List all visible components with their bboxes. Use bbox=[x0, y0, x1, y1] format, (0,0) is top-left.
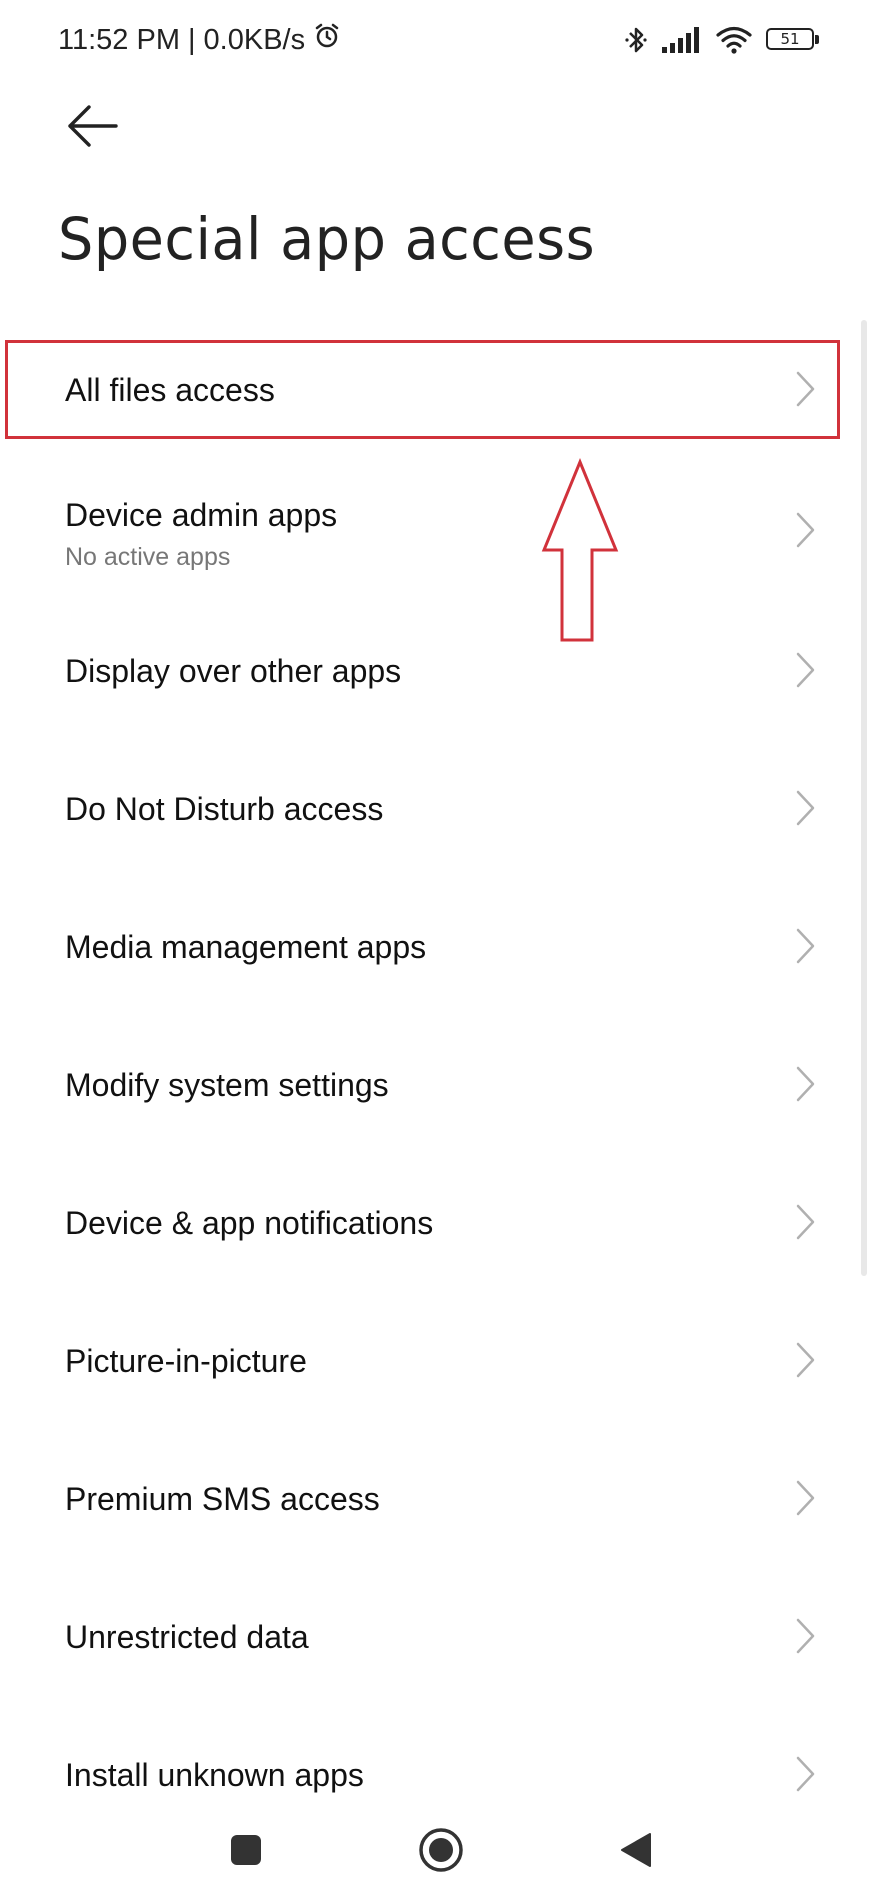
status-right: 51 bbox=[624, 18, 820, 62]
bluetooth-icon bbox=[624, 24, 648, 56]
item-label: Display over other apps bbox=[65, 653, 402, 689]
recents-square-icon bbox=[231, 1835, 261, 1865]
status-separator: | bbox=[187, 23, 196, 56]
recents-button[interactable] bbox=[216, 1820, 276, 1880]
back-arrow-icon bbox=[68, 105, 118, 147]
list-item-picture-in-picture[interactable]: Picture-in-picture bbox=[0, 1305, 840, 1425]
item-label: Install unknown apps bbox=[65, 1757, 364, 1793]
status-time: 11:52 PM bbox=[58, 23, 180, 56]
signal-icon bbox=[662, 27, 702, 53]
page-title: Special app access bbox=[58, 205, 596, 273]
status-net-speed: 0.0KB/s bbox=[203, 23, 306, 56]
chevron-right-icon bbox=[796, 371, 815, 407]
list-item-do-not-disturb-access[interactable]: Do Not Disturb access bbox=[0, 753, 840, 873]
chevron-right-icon bbox=[796, 652, 815, 688]
back-button[interactable] bbox=[56, 96, 126, 156]
chevron-right-icon bbox=[796, 1480, 815, 1516]
item-subtitle: No active apps bbox=[65, 543, 231, 571]
wifi-icon bbox=[716, 26, 752, 54]
item-label: Media management apps bbox=[65, 929, 427, 965]
list-item-modify-system-settings[interactable]: Modify system settings bbox=[0, 1029, 840, 1149]
item-label: Premium SMS access bbox=[65, 1481, 380, 1517]
chevron-right-icon bbox=[796, 1618, 815, 1654]
list-item-premium-sms-access[interactable]: Premium SMS access bbox=[0, 1443, 840, 1563]
item-label: Do Not Disturb access bbox=[65, 791, 384, 827]
list-item-all-files-access[interactable]: All files access bbox=[0, 340, 840, 439]
list-item-device-app-notifications[interactable]: Device & app notifications bbox=[0, 1167, 840, 1287]
back-triangle-icon bbox=[621, 1833, 651, 1867]
status-bar: 11:52 PM | 0.0KB/s 51 bbox=[0, 0, 870, 80]
chevron-right-icon bbox=[796, 1756, 815, 1792]
home-circle-icon bbox=[419, 1828, 463, 1872]
list-item-display-over-other-apps[interactable]: Display over other apps bbox=[0, 615, 840, 735]
item-label: Device admin apps bbox=[65, 497, 338, 533]
chevron-right-icon bbox=[796, 512, 815, 548]
chevron-right-icon bbox=[796, 1204, 815, 1240]
status-left: 11:52 PM | 0.0KB/s bbox=[58, 22, 341, 58]
system-back-button[interactable] bbox=[606, 1820, 666, 1880]
list-item-device-admin-apps[interactable]: Device admin apps No active apps bbox=[0, 445, 840, 585]
chevron-right-icon bbox=[796, 928, 815, 964]
item-label: Picture-in-picture bbox=[65, 1343, 307, 1379]
battery-tip bbox=[815, 35, 819, 44]
battery-icon: 51 bbox=[766, 28, 820, 52]
chevron-right-icon bbox=[796, 790, 815, 826]
list-item-install-unknown-apps[interactable]: Install unknown apps bbox=[0, 1719, 840, 1829]
item-label: All files access bbox=[65, 372, 275, 408]
home-button[interactable] bbox=[411, 1820, 471, 1880]
item-label: Modify system settings bbox=[65, 1067, 389, 1103]
list-item-unrestricted-data[interactable]: Unrestricted data bbox=[0, 1581, 840, 1701]
navigation-bar bbox=[0, 1820, 870, 1886]
scrollbar[interactable] bbox=[861, 320, 867, 1276]
chevron-right-icon bbox=[796, 1342, 815, 1378]
list-item-media-management-apps[interactable]: Media management apps bbox=[0, 891, 840, 1011]
alarm-icon bbox=[313, 22, 341, 58]
item-label: Unrestricted data bbox=[65, 1619, 309, 1655]
chevron-right-icon bbox=[796, 1066, 815, 1102]
item-label: Device & app notifications bbox=[65, 1205, 434, 1241]
battery-level: 51 bbox=[766, 28, 814, 50]
